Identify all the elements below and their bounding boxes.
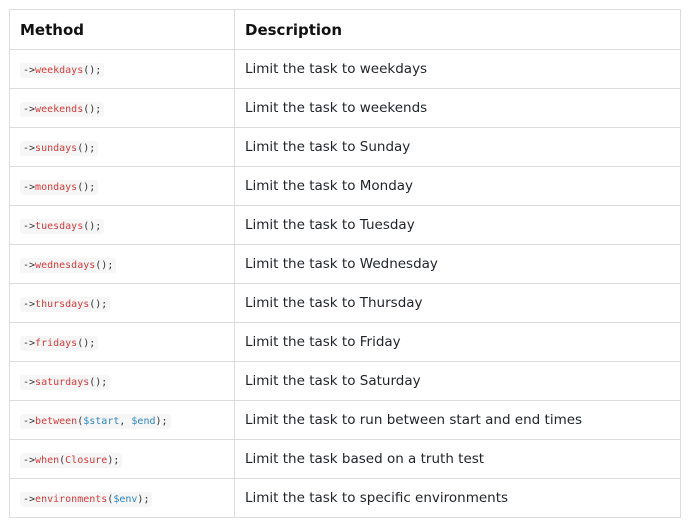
method-name: environments — [35, 494, 108, 505]
method-cell: ->when(Closure); — [9, 439, 235, 479]
table-row: ->saturdays(); Limit the task to Saturday — [9, 361, 681, 401]
table-row: ->weekends(); Limit the task to weekends — [9, 88, 681, 128]
method-cell: ->sundays(); — [9, 127, 235, 167]
description-cell: Limit the task to Thursday — [234, 283, 681, 323]
description-cell: Limit the task based on a truth test — [234, 439, 681, 479]
method-close: ); — [89, 221, 102, 232]
method-arg-1: Closure — [65, 455, 108, 466]
method-name: mondays — [35, 182, 78, 193]
method-close: ); — [101, 260, 114, 271]
method-cell: ->weekdays(); — [9, 49, 235, 89]
table-body: ->weekdays(); Limit the task to weekdays -… — [9, 49, 681, 518]
method-arrow: -> — [23, 260, 36, 271]
table-row: ->tuesdays(); Limit the task to Tuesday — [9, 205, 681, 245]
description-cell: Limit the task to Sunday — [234, 127, 681, 167]
method-close: ); — [89, 104, 102, 115]
method-name: between — [35, 416, 78, 427]
method-code: ->fridays(); — [20, 336, 99, 351]
methods-table-container: Method Description ->weekdays(); Limit th… — [9, 9, 681, 518]
method-arrow: -> — [23, 377, 36, 388]
method-cell: ->thursdays(); — [9, 283, 235, 323]
method-arrow: -> — [23, 104, 36, 115]
table-row: ->fridays(); Limit the task to Friday — [9, 322, 681, 362]
table-row: ->environments($env); Limit the task to s… — [9, 478, 681, 518]
method-cell: ->between($start, $end); — [9, 400, 235, 440]
method-arrow: -> — [23, 455, 36, 466]
method-arrow: -> — [23, 416, 36, 427]
table-row: ->thursdays(); Limit the task to Thursday — [9, 283, 681, 323]
method-cell: ->environments($env); — [9, 478, 235, 518]
table-row: ->between($start, $end); Limit the task t… — [9, 400, 681, 440]
method-name: when — [35, 455, 60, 466]
description-cell: Limit the task to run between start and … — [234, 400, 681, 440]
method-name: wednesdays — [35, 260, 96, 271]
method-close: ); — [83, 182, 96, 193]
method-cell: ->weekends(); — [9, 88, 235, 128]
description-cell: Limit the task to Saturday — [234, 361, 681, 401]
method-close: ); — [137, 494, 150, 505]
description-cell: Limit the task to Friday — [234, 322, 681, 362]
method-code: ->saturdays(); — [20, 375, 111, 390]
method-cell: ->mondays(); — [9, 166, 235, 206]
method-name: fridays — [35, 338, 78, 349]
description-cell: Limit the task to Wednesday — [234, 244, 681, 284]
description-cell: Limit the task to Monday — [234, 166, 681, 206]
method-cell: ->saturdays(); — [9, 361, 235, 401]
method-arrow: -> — [23, 338, 36, 349]
method-arg-1: $env — [113, 494, 138, 505]
description-cell: Limit the task to Tuesday — [234, 205, 681, 245]
description-cell: Limit the task to weekends — [234, 88, 681, 128]
method-name: sundays — [35, 143, 78, 154]
method-close: ); — [83, 143, 96, 154]
method-code: ->thursdays(); — [20, 297, 111, 312]
method-code: ->wednesdays(); — [20, 258, 117, 273]
method-code: ->tuesdays(); — [20, 219, 105, 234]
method-code: ->sundays(); — [20, 141, 99, 156]
method-cell: ->wednesdays(); — [9, 244, 235, 284]
method-close: ); — [83, 338, 96, 349]
method-close: ); — [155, 416, 168, 427]
method-arrow: -> — [23, 221, 36, 232]
method-name: weekdays — [35, 65, 84, 76]
method-arg-2: $end — [131, 416, 156, 427]
description-cell: Limit the task to weekdays — [234, 49, 681, 89]
table-header-row: Method Description — [9, 9, 681, 50]
method-close: ); — [95, 377, 108, 388]
method-cell: ->tuesdays(); — [9, 205, 235, 245]
method-code: ->weekdays(); — [20, 63, 105, 78]
method-code: ->between($start, $end); — [20, 414, 171, 429]
method-close: ); — [107, 455, 120, 466]
header-method: Method — [9, 9, 235, 50]
method-arrow: -> — [23, 143, 36, 154]
method-code: ->weekends(); — [20, 102, 105, 117]
method-name: saturdays — [35, 377, 90, 388]
method-close: ); — [89, 65, 102, 76]
method-arrow: -> — [23, 65, 36, 76]
methods-table: Method Description ->weekdays(); Limit th… — [9, 9, 681, 518]
method-code: ->when(Closure); — [20, 453, 123, 468]
header-description: Description — [234, 9, 681, 50]
method-close: ); — [95, 299, 108, 310]
table-row: ->sundays(); Limit the task to Sunday — [9, 127, 681, 167]
method-cell: ->fridays(); — [9, 322, 235, 362]
table-row: ->when(Closure); Limit the task based on … — [9, 439, 681, 479]
method-name: thursdays — [35, 299, 90, 310]
method-code: ->environments($env); — [20, 492, 153, 507]
method-arg-1: $start — [83, 416, 120, 427]
method-arrow: -> — [23, 299, 36, 310]
method-arrow: -> — [23, 182, 36, 193]
method-name: tuesdays — [35, 221, 84, 232]
table-row: ->weekdays(); Limit the task to weekdays — [9, 49, 681, 89]
method-arrow: -> — [23, 494, 36, 505]
method-arg-separator: , — [119, 416, 132, 427]
table-row: ->wednesdays(); Limit the task to Wednesd… — [9, 244, 681, 284]
description-cell: Limit the task to specific environments — [234, 478, 681, 518]
table-row: ->mondays(); Limit the task to Monday — [9, 166, 681, 206]
method-name: weekends — [35, 104, 84, 115]
method-code: ->mondays(); — [20, 180, 99, 195]
